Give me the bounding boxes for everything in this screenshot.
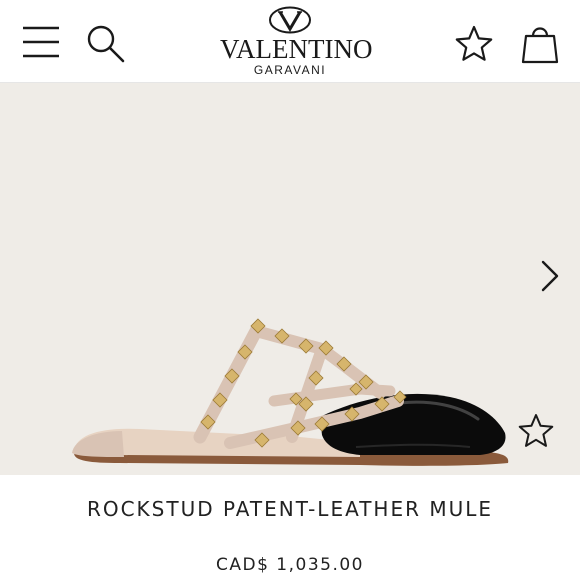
brand-subname: GARAVANI xyxy=(253,63,327,77)
valentino-v-logo-icon xyxy=(269,6,311,34)
product-gallery[interactable] xyxy=(0,83,580,475)
star-icon[interactable] xyxy=(518,413,554,449)
chevron-right-icon[interactable] xyxy=(538,259,562,293)
search-icon[interactable] xyxy=(86,24,126,64)
product-title: ROCKSTUD PATENT-LEATHER MULE xyxy=(86,497,494,521)
star-icon[interactable] xyxy=(455,25,493,63)
product-price: CAD$ 1,035.00 xyxy=(215,555,364,575)
menu-icon[interactable] xyxy=(22,25,60,59)
site-header: VALENTINO GARAVANI xyxy=(0,0,580,83)
shopping-bag-icon[interactable] xyxy=(520,22,560,64)
product-info: ROCKSTUD PATENT-LEATHER MULE CAD$ 1,035.… xyxy=(0,475,580,580)
product-image xyxy=(72,318,509,466)
brand-logo[interactable]: VALENTINO GARAVANI xyxy=(220,6,373,80)
brand-name: VALENTINO xyxy=(220,34,373,64)
